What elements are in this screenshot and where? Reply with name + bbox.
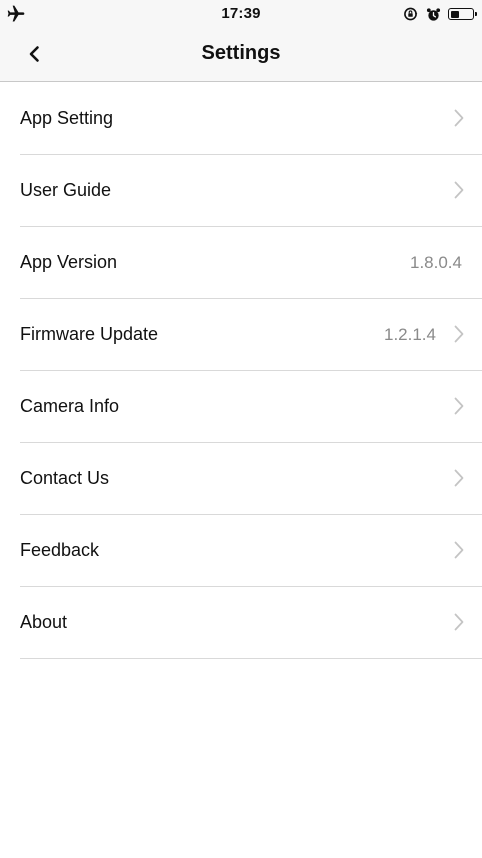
battery-level <box>450 10 459 18</box>
settings-row-user-guide[interactable]: User Guide <box>20 155 482 227</box>
status-bar: 17:39 <box>0 0 482 28</box>
row-label: User Guide <box>20 180 112 200</box>
settings-row-app-version[interactable]: App Version 1.8.0.4 <box>20 227 482 299</box>
row-label: App Version <box>20 252 118 272</box>
orientation-lock-icon <box>404 7 418 21</box>
settings-row-camera-info[interactable]: Camera Info <box>20 371 482 443</box>
chevron-right-icon <box>454 325 464 343</box>
chevron-right-icon <box>454 541 464 559</box>
settings-row-app-setting[interactable]: App Setting <box>20 83 482 155</box>
row-label: Camera Info <box>20 396 120 416</box>
alarm-icon <box>426 7 441 21</box>
battery-icon <box>448 8 477 20</box>
page-title: Settings <box>201 42 281 64</box>
chevron-right-icon <box>454 397 464 415</box>
row-label: Firmware Update <box>20 324 159 344</box>
row-label: Feedback <box>20 540 100 560</box>
battery-tip <box>475 12 477 16</box>
settings-list: App Setting User Guide App Version 1.8.0.4 F… <box>0 83 482 659</box>
row-label: App Setting <box>20 108 114 128</box>
row-label: About <box>20 612 68 632</box>
chevron-right-icon <box>454 469 464 487</box>
row-value: 1.2.1.4 <box>384 325 436 344</box>
settings-row-firmware-update[interactable]: Firmware Update 1.2.1.4 <box>20 299 482 371</box>
row-label: Contact Us <box>20 468 110 488</box>
settings-row-about[interactable]: About <box>20 587 482 659</box>
row-value: 1.8.0.4 <box>410 253 462 272</box>
settings-row-feedback[interactable]: Feedback <box>20 515 482 587</box>
status-icons <box>403 6 477 22</box>
navigation-bar: Settings <box>0 28 482 82</box>
settings-row-contact-us[interactable]: Contact Us <box>20 443 482 515</box>
chevron-right-icon <box>454 613 464 631</box>
chevron-right-icon <box>454 109 464 127</box>
chevron-right-icon <box>454 181 464 199</box>
